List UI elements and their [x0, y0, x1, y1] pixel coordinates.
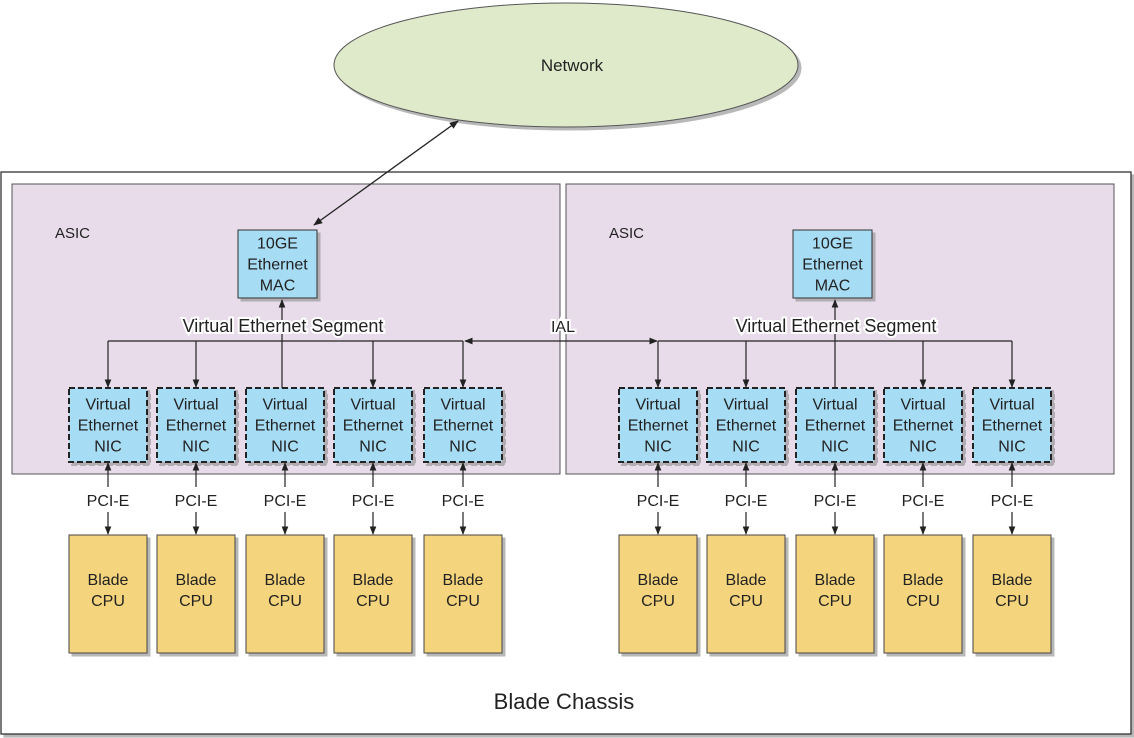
virtual-nic-label-line: Virtual	[989, 397, 1034, 414]
virtual-nic-label-line: NIC	[449, 439, 477, 456]
mac-label-line: MAC	[260, 278, 296, 295]
virtual-nic-label-line: Ethernet	[255, 418, 316, 435]
chassis-label: Blade Chassis	[494, 689, 635, 714]
virtual-nic-label-line: NIC	[644, 439, 672, 456]
pcie-label: PCI-E	[87, 493, 130, 510]
virtual-nic-label-line: NIC	[182, 439, 210, 456]
virtual-nic-label-line: NIC	[94, 439, 122, 456]
virtual-nic-label-line: Virtual	[635, 397, 680, 414]
blade-cpu-label-line: CPU	[356, 593, 390, 610]
blade-chassis-diagram: Blade Chassis Network ASIC 10GE Ethernet MA…	[0, 2, 1132, 735]
asic-label: ASIC	[609, 225, 644, 242]
blade-cpu-label-line: Blade	[638, 572, 679, 589]
pcie-label: PCI-E	[991, 493, 1034, 510]
blade-cpu-label-line: Blade	[88, 572, 129, 589]
pcie-label: PCI-E	[264, 493, 307, 510]
mac-label-line: 10GE	[812, 236, 853, 253]
virtual-nic-label-line: NIC	[359, 439, 387, 456]
virtual-nic-label-line: Virtual	[173, 397, 218, 414]
mac-label-line: MAC	[815, 278, 851, 295]
pcie-label: PCI-E	[902, 493, 945, 510]
blade-cpu-label-line: CPU	[995, 593, 1029, 610]
virtual-nic-label-line: Ethernet	[805, 418, 866, 435]
blade-cpu-label-line: Blade	[353, 572, 394, 589]
virtual-nic-label-line: Ethernet	[343, 418, 404, 435]
virtual-nic-label-line: Virtual	[812, 397, 857, 414]
virtual-nic-label-line: Ethernet	[78, 418, 139, 435]
blade-cpu-label-line: CPU	[91, 593, 125, 610]
blade-cpu-label-line: CPU	[818, 593, 852, 610]
virtual-nic-label-line: Ethernet	[716, 418, 777, 435]
blade-cpu-label-line: CPU	[729, 593, 763, 610]
mac-label-line: 10GE	[257, 236, 298, 253]
blade-cpu-label-line: CPU	[906, 593, 940, 610]
pcie-label: PCI-E	[814, 493, 857, 510]
blade-cpu-label-line: Blade	[443, 572, 484, 589]
blade-cpu-label-line: Blade	[265, 572, 306, 589]
pcie-label: PCI-E	[442, 493, 485, 510]
blade-cpu-label-line: CPU	[446, 593, 480, 610]
mac-label-line: Ethernet	[247, 257, 308, 274]
blade-cpu-label-line: CPU	[179, 593, 213, 610]
blade-cpu-label-line: Blade	[726, 572, 767, 589]
virtual-nic-label-line: Ethernet	[166, 418, 227, 435]
virtual-nic-label-line: Virtual	[350, 397, 395, 414]
virtual-nic-label-line: NIC	[732, 439, 760, 456]
asic-label: ASIC	[55, 225, 90, 242]
blade-cpu-label-line: CPU	[641, 593, 675, 610]
mac-label-line: Ethernet	[802, 257, 863, 274]
blade-cpu-label-line: CPU	[268, 593, 302, 610]
virtual-nic-label-line: Virtual	[85, 397, 130, 414]
virtual-nic-label-line: Ethernet	[893, 418, 954, 435]
pcie-label: PCI-E	[352, 493, 395, 510]
virtual-nic-label-line: Virtual	[262, 397, 307, 414]
pcie-label: PCI-E	[725, 493, 768, 510]
pcie-label: PCI-E	[637, 493, 680, 510]
virtual-nic-label-line: Virtual	[440, 397, 485, 414]
blade-cpu-label-line: Blade	[176, 572, 217, 589]
virtual-nic-label-line: Virtual	[900, 397, 945, 414]
virtual-nic-label-line: NIC	[909, 439, 937, 456]
virtual-nic-label-line: Ethernet	[628, 418, 689, 435]
segment-label: Virtual Ethernet Segment	[736, 316, 937, 336]
virtual-nic-label-line: NIC	[998, 439, 1026, 456]
blade-cpu-label-line: Blade	[992, 572, 1033, 589]
blade-cpu-label-line: Blade	[903, 572, 944, 589]
virtual-nic-label-line: NIC	[271, 439, 299, 456]
virtual-nic-label-line: NIC	[821, 439, 849, 456]
blade-cpu-label-line: Blade	[815, 572, 856, 589]
virtual-nic-label-line: Ethernet	[982, 418, 1043, 435]
pcie-label: PCI-E	[175, 493, 218, 510]
virtual-nic-label-line: Virtual	[723, 397, 768, 414]
network-label: Network	[541, 56, 604, 75]
ial-label: IAL	[551, 319, 575, 336]
virtual-nic-label-line: Ethernet	[433, 418, 494, 435]
segment-label: Virtual Ethernet Segment	[183, 316, 384, 336]
